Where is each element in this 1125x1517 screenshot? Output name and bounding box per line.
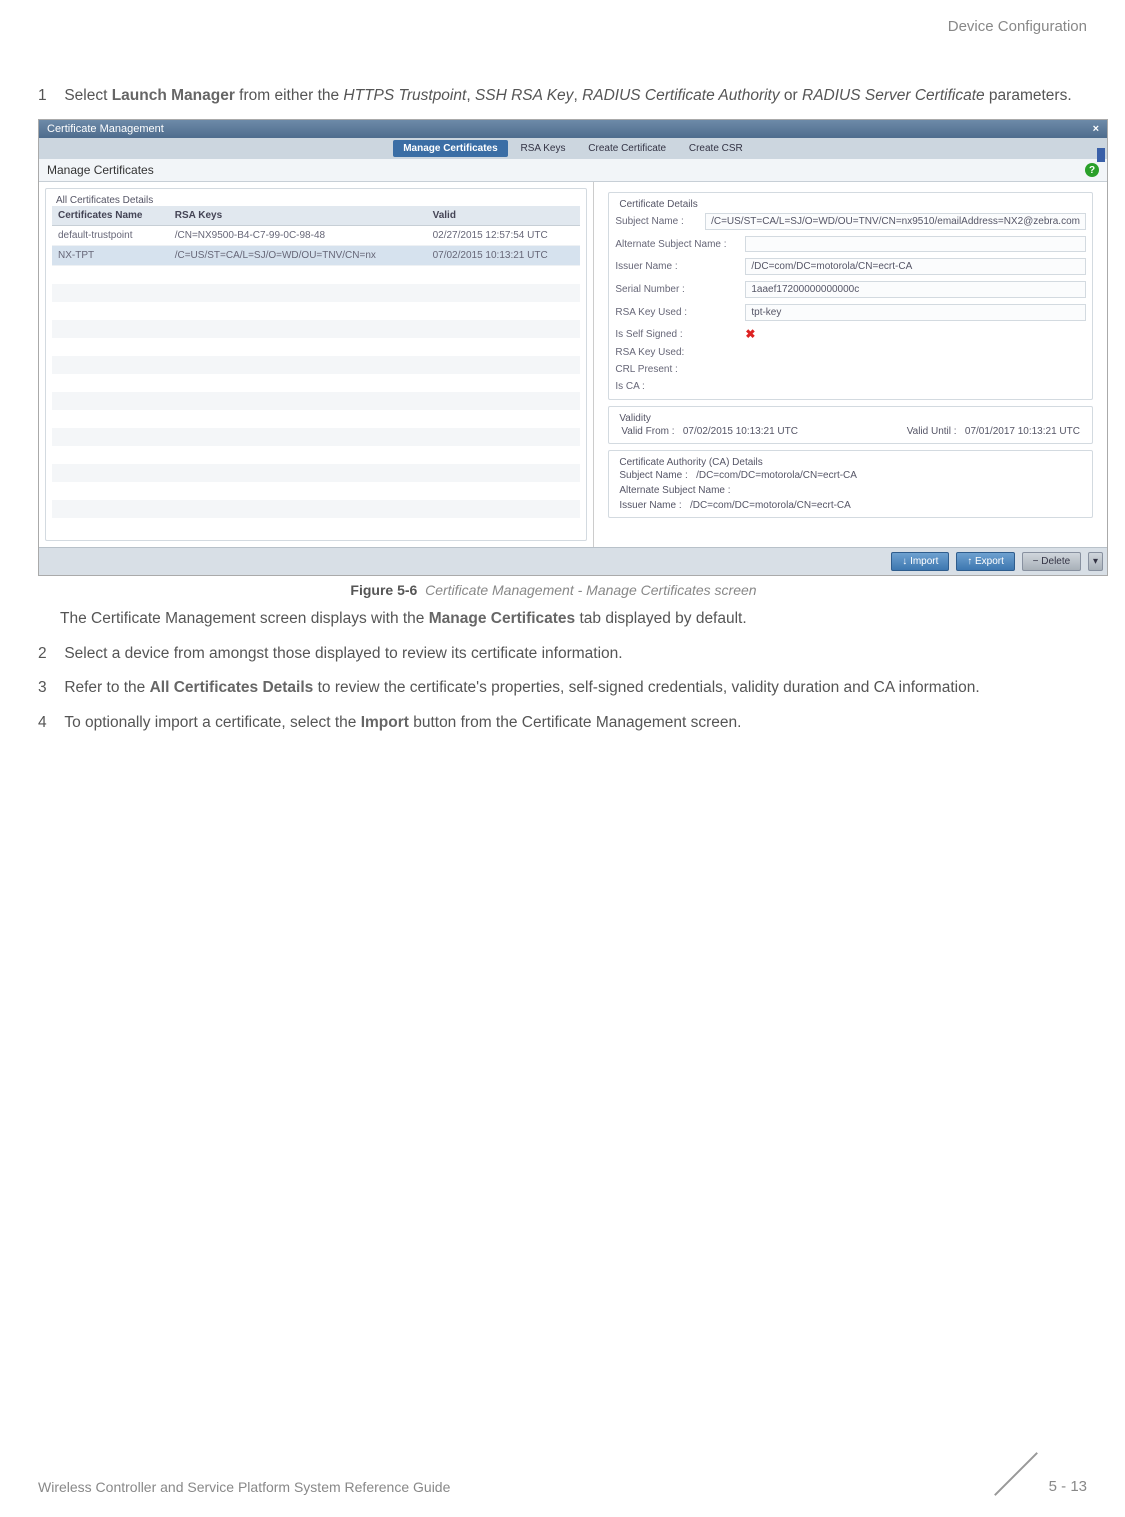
serial-label: Serial Number :	[615, 284, 735, 295]
issuer-value: /DC=com/DC=motorola/CN=ecrt-CA	[745, 258, 1086, 275]
tab-bar: Manage Certificates RSA Keys Create Cert…	[39, 138, 1107, 159]
tab-rsa-keys[interactable]: RSA Keys	[510, 140, 575, 157]
x-icon: ✖	[745, 327, 755, 341]
text: ,	[466, 87, 475, 104]
figure-label: Figure 5-6	[350, 582, 417, 598]
page-number: 5 - 13	[1049, 1478, 1087, 1495]
step-4: 4 To optionally import a certificate, se…	[0, 712, 1107, 734]
cell-valid: 07/02/2015 10:13:21 UTC	[427, 246, 581, 266]
footer-guide-title: Wireless Controller and Service Platform…	[38, 1479, 450, 1495]
figure-text: Certificate Management - Manage Certific…	[425, 582, 756, 598]
dialog-footer: ↓ Import ↑ Export − Delete ▾	[39, 547, 1107, 575]
param-radius-server: RADIUS Server Certificate	[802, 87, 985, 104]
window-title: Certificate Management	[47, 123, 164, 135]
text: tab displayed by default.	[575, 610, 746, 627]
empty-rows	[52, 266, 580, 536]
text: To optionally import a certificate, sele…	[64, 714, 360, 731]
valid-until-label: Valid Until :	[907, 426, 957, 437]
rsakey-value: tpt-key	[745, 304, 1086, 321]
self-signed-label: Is Self Signed :	[615, 329, 735, 340]
all-certs-legend: All Certificates Details	[52, 195, 157, 206]
all-certs-label: All Certificates Details	[150, 679, 314, 696]
close-icon[interactable]: ×	[1093, 123, 1099, 135]
step-text: Select a device from amongst those displ…	[64, 643, 1103, 665]
import-label: Import	[361, 714, 409, 731]
text: ,	[573, 87, 582, 104]
figure-caption: Figure 5-6 Certificate Management - Mana…	[0, 582, 1107, 598]
text: button from the Certificate Management s…	[409, 714, 742, 731]
alt-subject-value	[745, 236, 1086, 252]
step-number: 1	[38, 85, 60, 107]
param-https: HTTPS Trustpoint	[343, 87, 466, 104]
table-row[interactable]: NX-TPT /C=US/ST=CA/L=SJ/O=WD/OU=TNV/CN=n…	[52, 246, 580, 266]
manage-certificates-label: Manage Certificates	[429, 610, 575, 627]
ca-issuer-value: /DC=com/DC=motorola/CN=ecrt-CA	[690, 500, 851, 511]
valid-from-label: Valid From :	[621, 426, 674, 437]
ca-subject-value: /DC=com/DC=motorola/CN=ecrt-CA	[696, 470, 857, 481]
slash-icon	[995, 1453, 1037, 1495]
param-radius-ca: RADIUS Certificate Authority	[582, 87, 780, 104]
col-cert-name[interactable]: Certificates Name	[52, 206, 169, 226]
import-button[interactable]: ↓ Import	[891, 552, 949, 571]
cert-details-legend: Certificate Details	[615, 199, 701, 210]
ca-details-legend: Certificate Authority (CA) Details	[615, 457, 766, 468]
text: Refer to the	[64, 679, 149, 696]
text: parameters.	[985, 87, 1072, 104]
tab-create-csr[interactable]: Create CSR	[679, 140, 753, 157]
crl-label: CRL Present :	[615, 364, 735, 375]
export-button[interactable]: ↑ Export	[956, 552, 1015, 571]
figure-screenshot: Certificate Management × Manage Certific…	[38, 119, 1108, 576]
text: to review the certificate's properties, …	[313, 679, 979, 696]
scrollbar-indicator[interactable]	[1097, 148, 1105, 162]
dropdown-icon[interactable]: ▾	[1088, 552, 1103, 571]
cell-valid: 02/27/2015 12:57:54 UTC	[427, 226, 581, 246]
step-number: 3	[38, 677, 60, 699]
ca-issuer-label: Issuer Name :	[619, 500, 681, 511]
step-number: 4	[38, 712, 60, 734]
rsa-used-label: RSA Key Used:	[615, 347, 735, 358]
tab-create-certificate[interactable]: Create Certificate	[578, 140, 676, 157]
valid-until-value: 07/01/2017 10:13:21 UTC	[965, 426, 1080, 437]
issuer-label: Issuer Name :	[615, 261, 735, 272]
certificates-table[interactable]: Certificates Name RSA Keys Valid default…	[52, 206, 580, 266]
cell-rsa: /C=US/ST=CA/L=SJ/O=WD/OU=TNV/CN=nx	[169, 246, 427, 266]
table-row[interactable]: default-trustpoint /CN=NX9500-B4-C7-99-0…	[52, 226, 580, 246]
alt-subject-label: Alternate Subject Name :	[615, 239, 735, 250]
tab-manage-certificates[interactable]: Manage Certificates	[393, 140, 507, 157]
param-ssh: SSH RSA Key	[475, 87, 574, 104]
serial-value: 1aaef17200000000000c	[745, 281, 1086, 298]
valid-from-value: 07/02/2015 10:13:21 UTC	[683, 426, 798, 437]
col-valid[interactable]: Valid	[427, 206, 581, 226]
rsakey-label: RSA Key Used :	[615, 307, 735, 318]
cell-rsa: /CN=NX9500-B4-C7-99-0C-98-48	[169, 226, 427, 246]
step-1: 1 Select Launch Manager from either the …	[0, 85, 1107, 107]
section-header: Device Configuration	[948, 18, 1087, 35]
post-step-text: The Certificate Management screen displa…	[0, 608, 1107, 630]
subject-label: Subject Name :	[615, 216, 695, 227]
subject-value: /C=US/ST=CA/L=SJ/O=WD/OU=TNV/CN=nx9510/e…	[705, 213, 1086, 230]
help-icon[interactable]: ?	[1085, 163, 1099, 177]
launch-manager-label: Launch Manager	[112, 87, 235, 104]
ca-alt-label: Alternate Subject Name :	[619, 485, 730, 496]
panel-title: Manage Certificates	[47, 163, 154, 177]
step-3: 3 Refer to the All Certificates Details …	[0, 677, 1107, 699]
window-titlebar: Certificate Management ×	[39, 120, 1107, 138]
cell-name: NX-TPT	[52, 246, 169, 266]
step-2: 2 Select a device from amongst those dis…	[0, 643, 1107, 665]
validity-legend: Validity	[615, 413, 655, 424]
text: Select	[64, 87, 111, 104]
step-number: 2	[38, 643, 60, 665]
cell-name: default-trustpoint	[52, 226, 169, 246]
text: or	[780, 87, 802, 104]
delete-button[interactable]: − Delete	[1022, 552, 1082, 571]
text: The Certificate Management screen displa…	[60, 610, 429, 627]
isca-label: Is CA :	[615, 381, 735, 392]
ca-subject-label: Subject Name :	[619, 470, 687, 481]
col-rsa-keys[interactable]: RSA Keys	[169, 206, 427, 226]
text: from either the	[235, 87, 344, 104]
